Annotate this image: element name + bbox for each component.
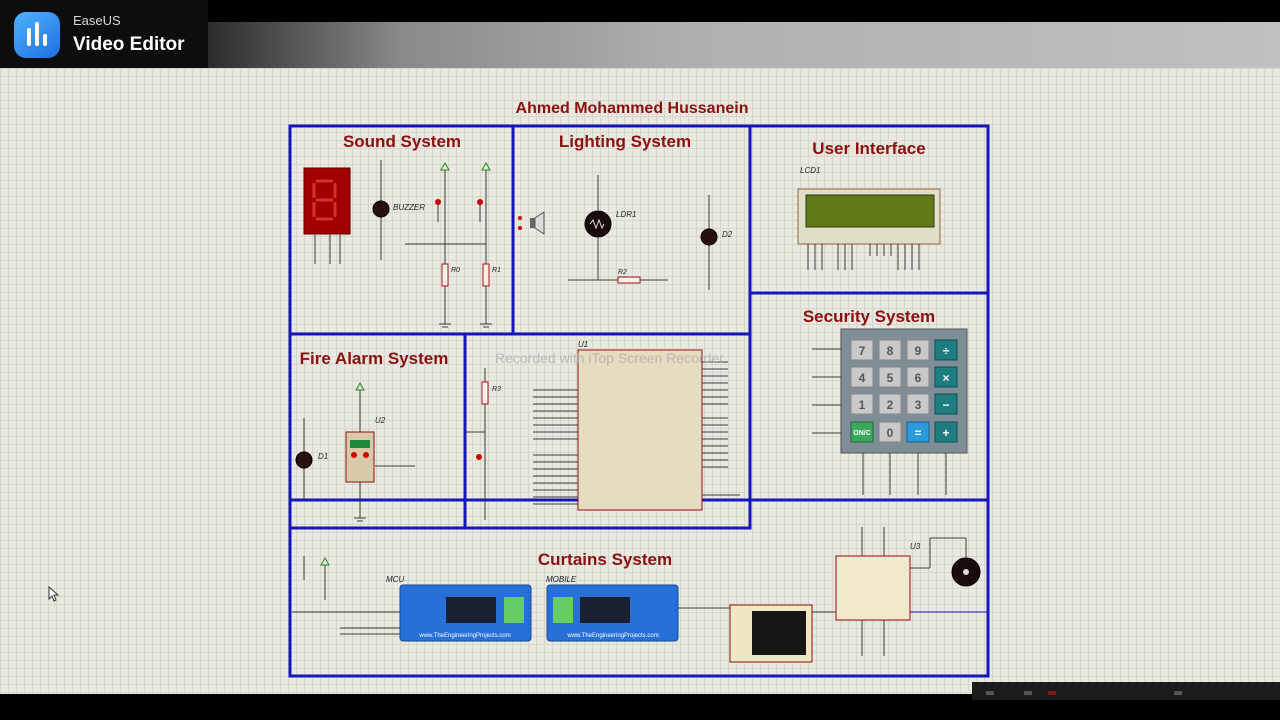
key-4-label: 4 [859,371,866,385]
speaker-icon [518,211,545,235]
key-multiply-label: × [942,371,949,385]
key-plus-label: + [942,426,949,440]
reset-button[interactable] [476,454,482,460]
key-8-label: 8 [887,344,894,358]
u1-right-pins [702,361,740,496]
led-d1[interactable] [295,451,313,469]
title-user-interface: User Interface [812,139,925,158]
sound-wiring [405,170,487,320]
resistor-r2[interactable] [617,276,641,284]
bluetooth-module-mobile[interactable]: MOBILE www.TheEngineeringProjects.com [546,575,679,642]
key-3-label: 3 [915,398,922,412]
easeus-watermark: EaseUS Video Editor [0,0,208,68]
mcu-brand: www.TheEngineeringProjects.com [418,633,510,639]
u2-label: U2 [375,416,386,425]
watermark-product: Video Editor [73,34,185,55]
r3-label: R3 [492,386,501,393]
key-on-clear-label: ON/C [853,430,871,437]
title-sound-system: Sound System [343,132,461,151]
seven-segment-display[interactable] [303,167,351,264]
title-fire-alarm-system: Fire Alarm System [300,349,449,368]
u1-label: U1 [578,340,588,349]
key-0-label: 0 [887,426,894,440]
title-lighting-system: Lighting System [559,132,691,151]
motor-driver-u3[interactable]: U3 [835,542,921,621]
dc-motor[interactable] [951,557,981,587]
ldr-label: LDR1 [616,210,636,219]
key-minus-label: − [942,398,949,412]
r0-label: R0 [451,267,460,274]
bluetooth-module-mcu[interactable]: MCU www.TheEngineeringProjects.com [386,575,532,642]
mobile-brand: www.TheEngineeringProjects.com [566,633,658,639]
lcd-pins [807,244,920,270]
buzzer-label: BUZZER [393,203,425,212]
u1-left-pins [533,389,578,505]
key-2-label: 2 [887,398,894,412]
mouse-cursor-icon [48,586,60,602]
r1-label: R1 [492,267,501,274]
mobile-label: MOBILE [546,575,577,584]
title-security-system: Security System [803,307,935,326]
gas-sensor-u2[interactable]: U2 [345,416,386,483]
author-title: Ahmed Mohammed Hussanein [516,100,749,117]
key-6-label: 6 [915,371,922,385]
d1-label: D1 [318,452,328,461]
recorder-watermark: Recorded with iTop Screen Recorder [495,350,724,366]
key-divide-label: ÷ [943,344,950,358]
u3-label: U3 [910,542,921,551]
buzzer[interactable]: BUZZER [372,160,425,260]
key-1-label: 1 [859,398,866,412]
lighting-wiring [568,195,710,290]
d2-label: D2 [722,230,733,239]
lcd-label: LCD1 [800,166,820,175]
ldr-sensor[interactable]: LDR1 [584,175,636,280]
key-7-label: 7 [859,344,866,358]
virtual-terminal[interactable] [729,604,813,663]
key-equals-label: = [914,426,921,440]
taskbar-widget[interactable] [972,682,1280,700]
mcu-label: MCU [386,575,404,584]
easeus-logo-icon [14,12,60,58]
title-curtains-system: Curtains System [538,550,672,569]
key-9-label: 9 [915,344,922,358]
key-5-label: 5 [887,371,894,385]
pushbutton-2[interactable] [477,199,483,205]
r2-label: R2 [618,269,627,276]
watermark-brand: EaseUS [73,13,121,28]
lcd-display[interactable]: LCD1 [797,166,941,245]
pushbutton-1[interactable] [435,199,441,205]
led-d2[interactable] [700,228,718,246]
